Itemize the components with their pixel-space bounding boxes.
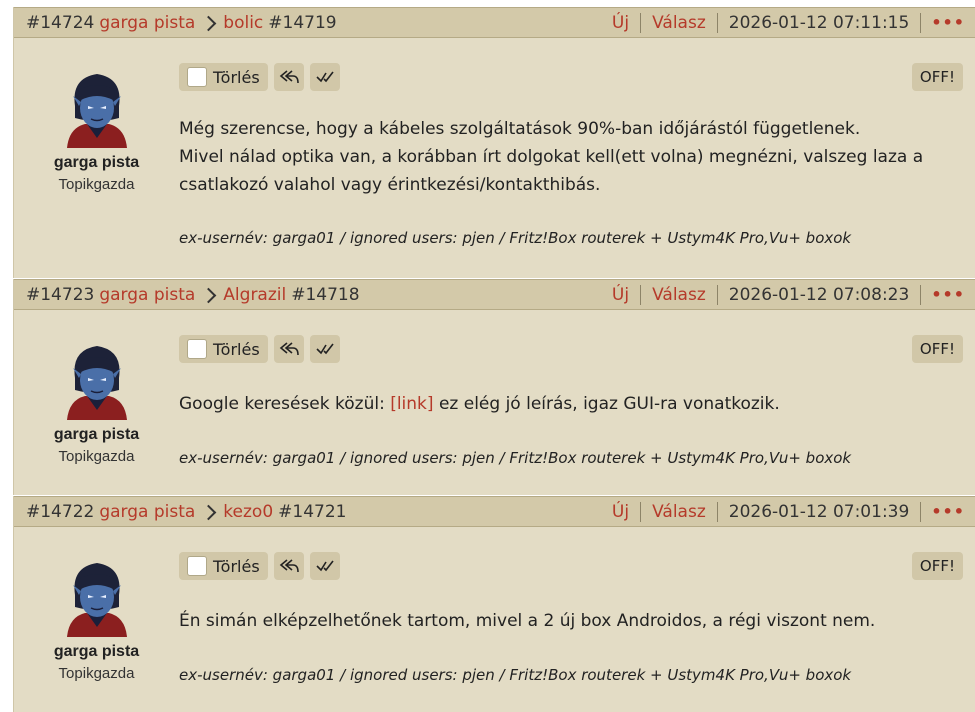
check-icon[interactable] xyxy=(309,552,340,580)
chevron-right-icon xyxy=(201,504,217,521)
reply-all-icon[interactable] xyxy=(273,335,304,363)
off-button[interactable]: OFF! xyxy=(911,335,963,363)
delete-button[interactable]: Törlés xyxy=(179,63,268,91)
new-button[interactable]: Új xyxy=(601,501,642,522)
post-link[interactable]: [link] xyxy=(390,394,433,414)
post-text-line: Mivel nálad optika van, a korábban írt d… xyxy=(179,147,924,167)
off-button[interactable]: OFF! xyxy=(911,552,963,580)
post-datetime: 2026-01-12 07:01:39 xyxy=(718,501,922,522)
new-button[interactable]: Új xyxy=(601,284,642,305)
reply-to-user-link[interactable]: kezo0 xyxy=(223,502,273,522)
post-text-line: Még szerencse, hogy a kábeles szolgáltat… xyxy=(179,119,861,139)
author-role: Topikgazda xyxy=(58,448,135,465)
off-button[interactable]: OFF! xyxy=(911,63,963,91)
delete-button[interactable]: Törlés xyxy=(179,552,268,580)
delete-checkbox[interactable] xyxy=(187,67,207,87)
reply-all-icon[interactable] xyxy=(273,63,304,91)
check-icon[interactable] xyxy=(309,335,340,363)
new-button[interactable]: Új xyxy=(601,12,642,33)
author-name[interactable]: garga pista xyxy=(14,643,179,661)
post: #14724 garga pista bolic #14719 Új Válas… xyxy=(13,7,975,278)
more-menu-icon[interactable]: ••• xyxy=(921,502,975,522)
reply-button[interactable]: Válasz xyxy=(641,284,718,305)
post-toolbar: Törlés xyxy=(179,63,340,91)
post-text-after: ez elég jó leírás, igaz GUI-ra vonatkozi… xyxy=(433,394,780,414)
post: #14722 garga pista kezo0 #14721 Új Válas… xyxy=(13,496,975,712)
post-text: Google keresések közül: [link] ez elég j… xyxy=(179,390,956,418)
post-text-before: Google keresések közül: xyxy=(179,394,391,414)
author-link[interactable]: garga pista xyxy=(99,502,195,522)
author-link[interactable]: garga pista xyxy=(99,13,195,33)
author-role: Topikgazda xyxy=(58,665,135,682)
post-header: #14724 garga pista bolic #14719 Új Válas… xyxy=(14,7,975,38)
author-role: Topikgazda xyxy=(58,176,135,193)
reply-to-user-link[interactable]: Algrazil xyxy=(223,285,286,305)
post-toolbar: Törlés xyxy=(179,552,340,580)
post-datetime: 2026-01-12 07:08:23 xyxy=(718,284,922,305)
author-name[interactable]: garga pista xyxy=(14,154,179,172)
reply-to-post-link[interactable]: #14718 xyxy=(291,285,359,305)
post-number[interactable]: #14723 xyxy=(26,285,94,305)
post-header: #14722 garga pista kezo0 #14721 Új Válas… xyxy=(14,496,975,527)
check-icon[interactable] xyxy=(309,63,340,91)
forum-thread: #14724 garga pista bolic #14719 Új Válas… xyxy=(0,0,975,712)
avatar[interactable] xyxy=(56,340,137,420)
more-menu-icon[interactable]: ••• xyxy=(921,13,975,33)
chevron-right-icon xyxy=(201,287,217,304)
chevron-right-icon xyxy=(201,15,217,32)
post-text: Én simán elképzelhetőnek tartom, mivel a… xyxy=(179,611,876,631)
post-number[interactable]: #14724 xyxy=(26,13,94,33)
signature: ex-usernév: garga01 / ignored users: pje… xyxy=(179,449,852,467)
reply-to-post-link[interactable]: #14721 xyxy=(278,502,346,522)
post-toolbar: Törlés xyxy=(179,335,340,363)
post-text-line: csatlakozó valahol vagy érintkezési/kont… xyxy=(179,175,601,195)
post-text: Még szerencse, hogy a kábeles szolgáltat… xyxy=(179,115,956,199)
reply-all-icon[interactable] xyxy=(273,552,304,580)
delete-checkbox[interactable] xyxy=(187,339,207,359)
signature: ex-usernév: garga01 / ignored users: pje… xyxy=(179,666,852,684)
reply-to-user-link[interactable]: bolic xyxy=(223,13,263,33)
reply-to-post-link[interactable]: #14719 xyxy=(268,13,336,33)
post-number[interactable]: #14722 xyxy=(26,502,94,522)
author-name[interactable]: garga pista xyxy=(14,426,179,444)
delete-label: Törlés xyxy=(213,339,260,359)
more-menu-icon[interactable]: ••• xyxy=(921,285,975,305)
author-block: garga pista Topikgazda xyxy=(14,557,179,682)
delete-label: Törlés xyxy=(213,556,260,576)
author-block: garga pista Topikgazda xyxy=(14,340,179,465)
reply-button[interactable]: Válasz xyxy=(641,12,718,33)
author-link[interactable]: garga pista xyxy=(99,285,195,305)
delete-checkbox[interactable] xyxy=(187,556,207,576)
author-block: garga pista Topikgazda xyxy=(14,68,179,193)
post: #14723 garga pista Algrazil #14718 Új Vá… xyxy=(13,279,975,495)
post-datetime: 2026-01-12 07:11:15 xyxy=(718,12,922,33)
avatar[interactable] xyxy=(56,557,137,637)
avatar[interactable] xyxy=(56,68,137,148)
post-header: #14723 garga pista Algrazil #14718 Új Vá… xyxy=(14,279,975,310)
delete-label: Törlés xyxy=(213,67,260,87)
delete-button[interactable]: Törlés xyxy=(179,335,268,363)
signature: ex-usernév: garga01 / ignored users: pje… xyxy=(179,229,852,247)
reply-button[interactable]: Válasz xyxy=(641,501,718,522)
